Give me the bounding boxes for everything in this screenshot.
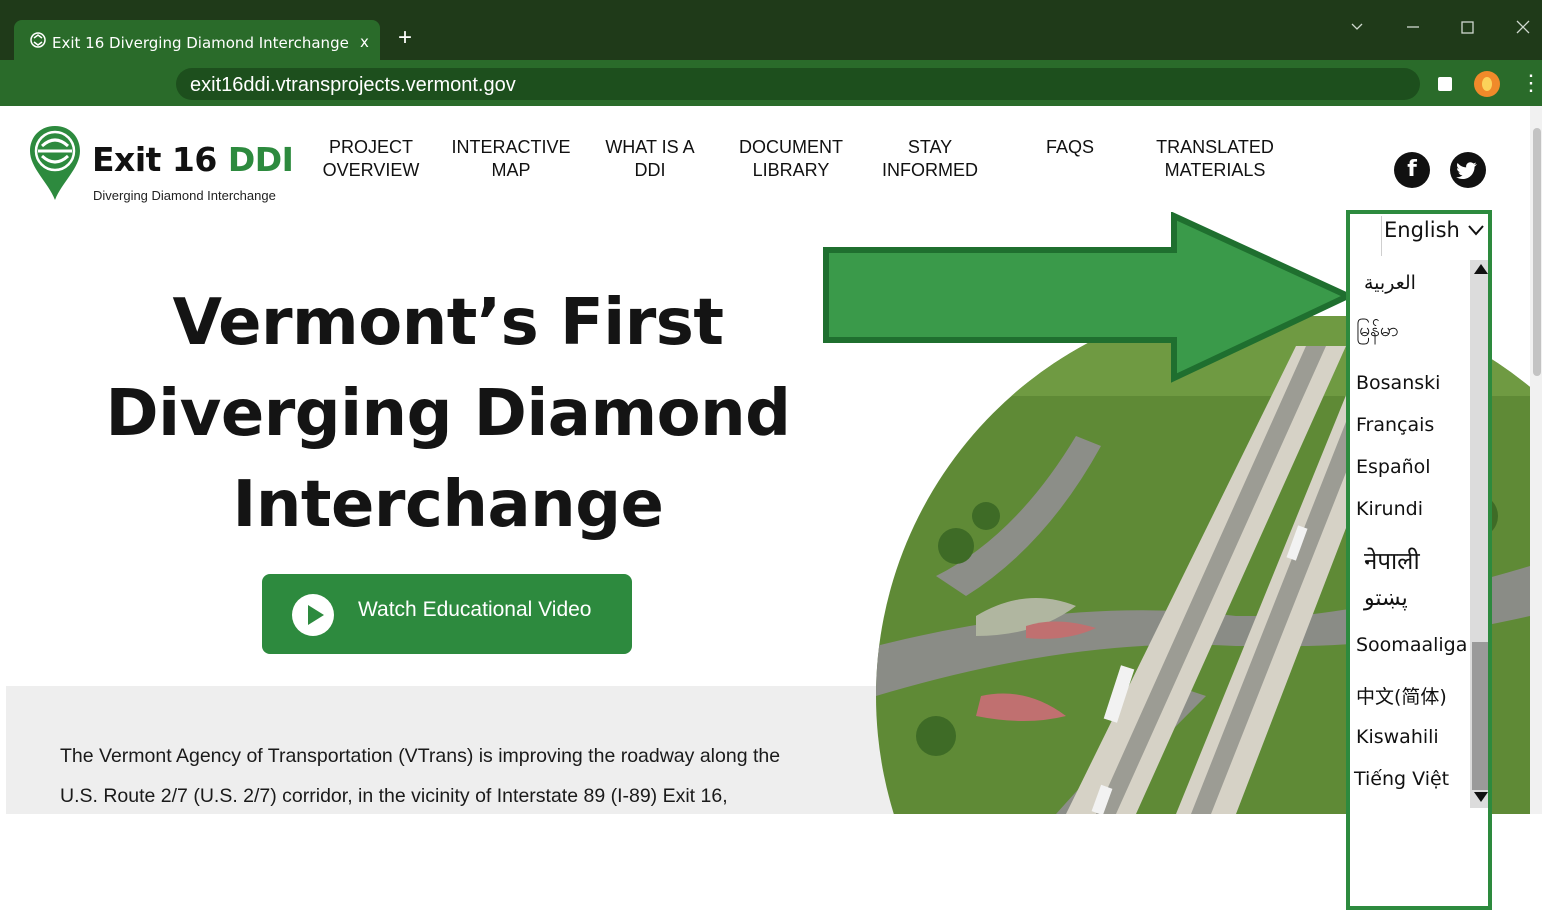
language-option[interactable]: नेपाली bbox=[1364, 544, 1420, 577]
nav-translated-materials[interactable]: TRANSLATED MATERIALS bbox=[1148, 136, 1282, 182]
tab-close-icon[interactable]: x bbox=[360, 33, 369, 51]
close-window-icon[interactable] bbox=[1510, 14, 1536, 40]
chevron-down-icon bbox=[1467, 225, 1484, 236]
ddi-logo-pin-icon[interactable] bbox=[28, 124, 82, 202]
page-scroll-thumb[interactable] bbox=[1533, 128, 1541, 376]
side-panel-icon[interactable] bbox=[1438, 77, 1452, 91]
watch-video-button[interactable]: Watch Educational Video bbox=[262, 574, 632, 654]
scroll-down-arrow-icon[interactable] bbox=[1474, 792, 1488, 802]
language-option[interactable]: Français bbox=[1356, 414, 1434, 436]
language-option[interactable]: 中文(简体) bbox=[1356, 682, 1447, 709]
web-page: Exit 16 DDI Diverging Diamond Interchang… bbox=[0, 106, 1530, 910]
minimize-icon[interactable] bbox=[1400, 14, 1426, 40]
intro-text: The Vermont Agency of Transportation (VT… bbox=[60, 745, 781, 807]
watch-video-label: Watch Educational Video bbox=[358, 598, 592, 621]
nav-what-is-a-ddi[interactable]: WHAT IS A DDI bbox=[596, 136, 704, 182]
browser-menu-icon[interactable]: ⋮ bbox=[1520, 72, 1542, 94]
language-option[interactable]: پښتو bbox=[1364, 586, 1408, 611]
nav-document-library[interactable]: DOCUMENT LIBRARY bbox=[730, 136, 852, 182]
nav-stay-informed[interactable]: STAY INFORMED bbox=[872, 136, 988, 182]
language-option[interactable]: Español bbox=[1356, 456, 1431, 478]
language-option[interactable]: Kiswahili bbox=[1356, 726, 1439, 748]
facebook-icon[interactable]: f bbox=[1394, 152, 1430, 188]
tab-search-icon[interactable] bbox=[1344, 14, 1370, 40]
language-option[interactable]: العربية bbox=[1364, 272, 1416, 294]
language-option[interactable]: Soomaaliga bbox=[1356, 634, 1467, 656]
hero-headline: Vermont’s First Diverging Diamond Interc… bbox=[105, 286, 791, 542]
url-text: exit16ddi.vtransprojects.vermont.gov bbox=[190, 74, 516, 96]
play-icon bbox=[292, 594, 334, 636]
logo-wordmark[interactable]: Exit 16 DDI bbox=[92, 140, 294, 179]
browser-title-bar: Exit 16 Diverging Diamond Interchange x … bbox=[0, 0, 1542, 64]
language-option[interactable]: Kirundi bbox=[1356, 498, 1423, 520]
address-bar[interactable]: exit16ddi.vtransprojects.vermont.gov bbox=[176, 68, 1420, 100]
language-option[interactable]: Bosanski bbox=[1356, 372, 1440, 394]
language-option[interactable]: မြန်မာ bbox=[1356, 318, 1399, 346]
nav-faqs[interactable]: FAQS bbox=[1036, 136, 1104, 159]
callout-arrow-icon bbox=[823, 212, 1352, 383]
maximize-icon[interactable] bbox=[1454, 14, 1480, 40]
language-options-list[interactable]: العربية မြန်မာ Bosanski Français Español… bbox=[1352, 260, 1470, 808]
language-list-scroll-thumb[interactable] bbox=[1472, 642, 1488, 790]
language-option[interactable]: Tiếng Việt bbox=[1354, 768, 1449, 790]
new-tab-button[interactable]: + bbox=[398, 26, 412, 50]
nav-project-overview[interactable]: PROJECT OVERVIEW bbox=[318, 136, 424, 182]
twitter-icon[interactable] bbox=[1450, 152, 1486, 188]
language-select[interactable]: English bbox=[1384, 218, 1485, 242]
language-selected: English bbox=[1384, 218, 1460, 242]
browser-tab[interactable]: Exit 16 Diverging Diamond Interchange x bbox=[14, 20, 380, 64]
profile-avatar-icon[interactable] bbox=[1474, 71, 1500, 97]
tab-title: Exit 16 Diverging Diamond Interchange bbox=[52, 34, 349, 52]
nav-interactive-map[interactable]: INTERACTIVE MAP bbox=[444, 136, 578, 182]
ddi-favicon-icon bbox=[30, 32, 46, 48]
scroll-up-arrow-icon[interactable] bbox=[1474, 264, 1488, 274]
logo-subtitle: Diverging Diamond Interchange bbox=[93, 188, 276, 203]
browser-toolbar: exit16ddi.vtransprojects.vermont.gov ⋮ bbox=[0, 60, 1542, 106]
